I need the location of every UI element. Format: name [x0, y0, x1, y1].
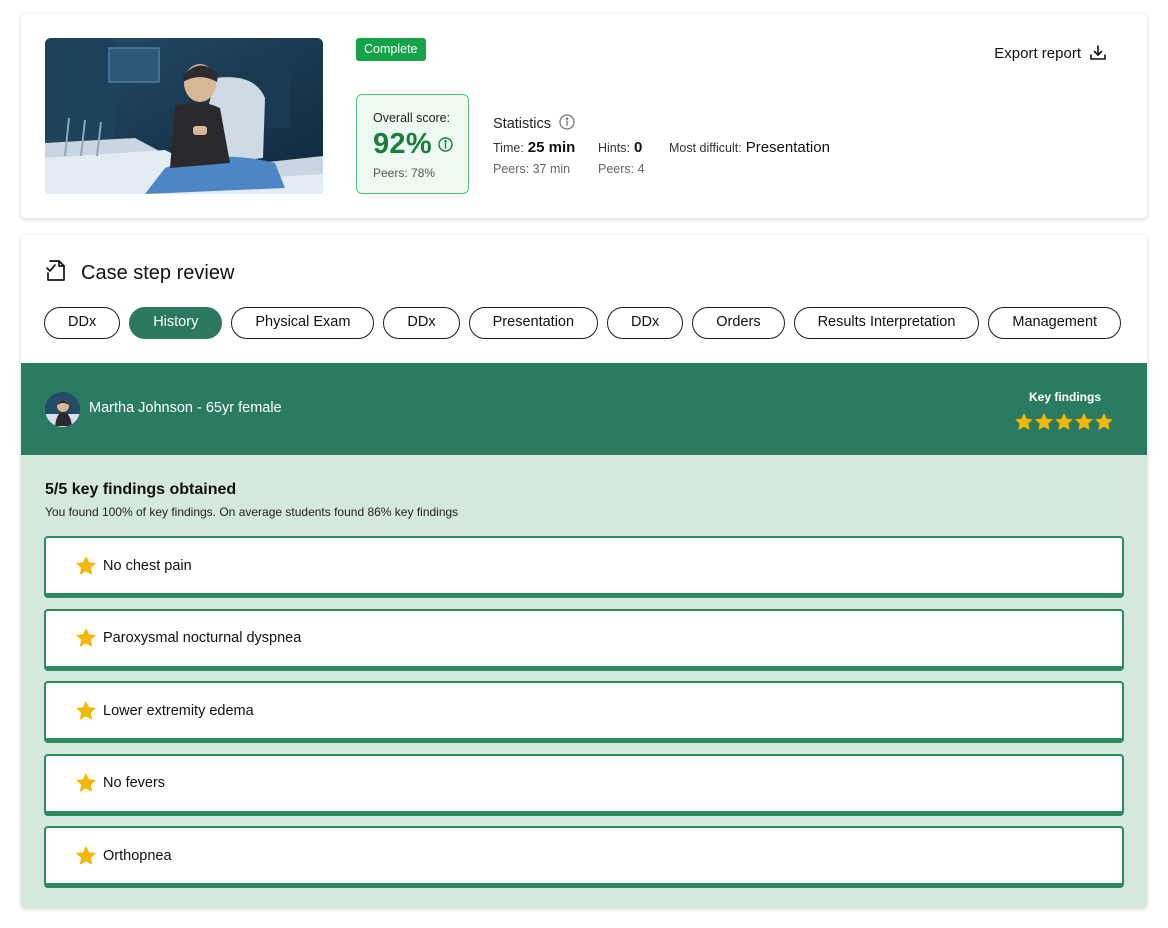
star-icon: [76, 846, 96, 866]
key-findings-rating: [1015, 413, 1113, 431]
key-finding-item: No chest pain: [44, 536, 1124, 598]
statistics-heading: Statistics: [493, 114, 575, 134]
star-icon: [76, 556, 96, 576]
key-finding-text: No chest pain: [103, 557, 192, 574]
stat-difficult-value: Presentation: [745, 139, 830, 156]
star-icon: [76, 628, 96, 648]
info-icon[interactable]: [438, 137, 453, 152]
patient-bar: Martha Johnson - 65yr female Key finding…: [21, 363, 1147, 455]
review-header: Case step review: [45, 259, 234, 288]
case-step-review-card: Case step review DDx History Physical Exam…: [21, 235, 1147, 908]
star-icon: [76, 701, 96, 721]
tab-ddx[interactable]: DDx: [44, 307, 121, 339]
patient-illustration: [45, 38, 323, 194]
star-icon: [1095, 413, 1113, 431]
tab-ddx[interactable]: DDx: [607, 307, 684, 339]
stat-most-difficult: Most difficult: Presentation: [669, 139, 830, 156]
key-finding-text: Paroxysmal nocturnal dyspnea: [103, 630, 302, 646]
overall-score-peers: Peers: 78%: [373, 166, 436, 180]
key-finding-item: Paroxysmal nocturnal dyspnea: [44, 608, 1124, 671]
info-icon[interactable]: [559, 114, 575, 134]
key-finding-item: Lower extremity edema: [44, 681, 1124, 743]
star-icon: [1035, 413, 1053, 431]
case-step-tabs: DDx History Physical Exam DDx Presentation DD…: [44, 307, 1124, 341]
findings-list: No chest pain Paroxysmal nocturnal dyspne…: [44, 536, 1124, 899]
stat-time-label: Time:: [493, 141, 524, 155]
stat-hints-label: Hints:: [598, 141, 630, 155]
stat-difficult-label: Most difficult:: [669, 141, 742, 155]
star-icon: [76, 773, 96, 793]
tab-ddx[interactable]: DDx: [383, 307, 460, 339]
export-report-label: Export report: [994, 44, 1081, 62]
key-findings-label: Key findings: [1028, 390, 1101, 404]
patient-name: Martha Johnson - 65yr female: [89, 400, 282, 416]
case-summary-card: Complete Export report Overall score: 92…: [21, 14, 1147, 218]
star-icon: [1015, 413, 1033, 431]
stat-hints-value: 0: [633, 139, 643, 156]
overall-score-value: 92%: [373, 128, 432, 160]
avatar: [45, 392, 80, 427]
tab-orders[interactable]: Orders: [692, 307, 785, 339]
stat-hints-peers: Peers: 4: [598, 162, 645, 176]
stat-time-value: 25 min: [527, 139, 576, 156]
overall-score-label: Overall score:: [373, 111, 451, 125]
findings-subtitle: You found 100% of key findings. On avera…: [45, 505, 459, 519]
key-finding-text: No fevers: [103, 775, 166, 791]
star-icon: [1075, 413, 1093, 431]
key-finding-item: No fevers: [44, 753, 1124, 816]
stat-time: Time: 25 min Peers: 37 min: [493, 139, 575, 176]
statistics-title: Statistics: [493, 116, 552, 132]
key-finding-text: Orthopnea: [103, 847, 172, 864]
tab-results-interpretation[interactable]: Results Interpretation: [793, 307, 980, 339]
overall-score-box: Overall score: 92% Peers: 78%: [356, 94, 469, 194]
status-badge: Complete: [356, 38, 426, 61]
download-icon: [1089, 44, 1107, 62]
tab-history[interactable]: History: [129, 307, 223, 339]
key-finding-text: Lower extremity edema: [103, 702, 254, 719]
findings-section: 5/5 key findings obtained You found 100%…: [21, 455, 1147, 908]
export-report-button[interactable]: Export report: [994, 42, 1107, 64]
star-icon: [1055, 413, 1073, 431]
findings-title: 5/5 key findings obtained: [45, 481, 237, 498]
tab-presentation[interactable]: Presentation: [468, 307, 599, 339]
key-finding-item: Orthopnea: [44, 826, 1124, 888]
stat-hints: Hints: 0 Peers: 4: [598, 139, 645, 176]
document-check-icon: [45, 259, 67, 288]
tab-management[interactable]: Management: [988, 307, 1122, 339]
tab-physical-exam[interactable]: Physical Exam: [231, 307, 375, 339]
review-title: Case step review: [81, 262, 235, 284]
stat-time-peers: Peers: 37 min: [493, 162, 571, 176]
